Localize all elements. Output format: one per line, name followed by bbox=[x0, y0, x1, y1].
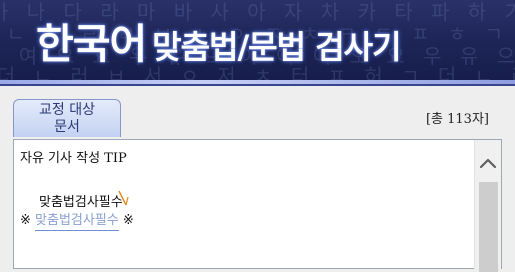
text-cursor-icon bbox=[118, 190, 129, 206]
reference-mark-right: ※ bbox=[118, 213, 134, 228]
character-count-value: 113 bbox=[447, 112, 472, 127]
editor-line-3: ※ 맞춤법검사필수 ※ bbox=[20, 209, 134, 231]
scroll-thumb[interactable] bbox=[479, 182, 498, 272]
editor-line-1-text: 자유 기사 작성 bbox=[20, 151, 105, 166]
reference-mark-left: ※ bbox=[20, 213, 36, 228]
app-title: 한국어 맞춤법/문법 검사기 bbox=[36, 10, 402, 70]
tab-label-line1: 교정 대상 bbox=[39, 102, 95, 118]
highlighted-error-text[interactable]: 맞춤법검사필수 bbox=[35, 213, 119, 231]
character-count-prefix: [총 bbox=[425, 112, 448, 127]
tab-label-line2: 문서 bbox=[54, 119, 80, 135]
scroll-up-arrow-icon[interactable] bbox=[475, 148, 501, 180]
document-editor[interactable]: 자유 기사 작성 TIP 맞춤법검사필수 ※ 맞춤법검사필수 ※ bbox=[13, 139, 502, 272]
editor-line-2: 맞춤법검사필수 bbox=[39, 195, 123, 210]
character-count: [총 113자] bbox=[426, 108, 489, 127]
app-title-main: 한국어 bbox=[36, 20, 147, 68]
editor-line-1-tip: TIP bbox=[104, 151, 127, 166]
editor-scrollbar[interactable] bbox=[474, 140, 501, 272]
banner-divider-shadow bbox=[0, 84, 515, 86]
tab-proofread-document[interactable]: 교정 대상 문서 bbox=[13, 99, 121, 137]
character-count-suffix: 자] bbox=[471, 112, 489, 127]
header-banner: 가 나 다 라 마 바 사 아 자 차 카 타 파 하 가 나 다 라 마 바 … bbox=[0, 0, 515, 84]
app-title-sub: 맞춤법/문법 검사기 bbox=[152, 28, 401, 66]
editor-line-1: 자유 기사 작성 TIP bbox=[20, 147, 127, 166]
